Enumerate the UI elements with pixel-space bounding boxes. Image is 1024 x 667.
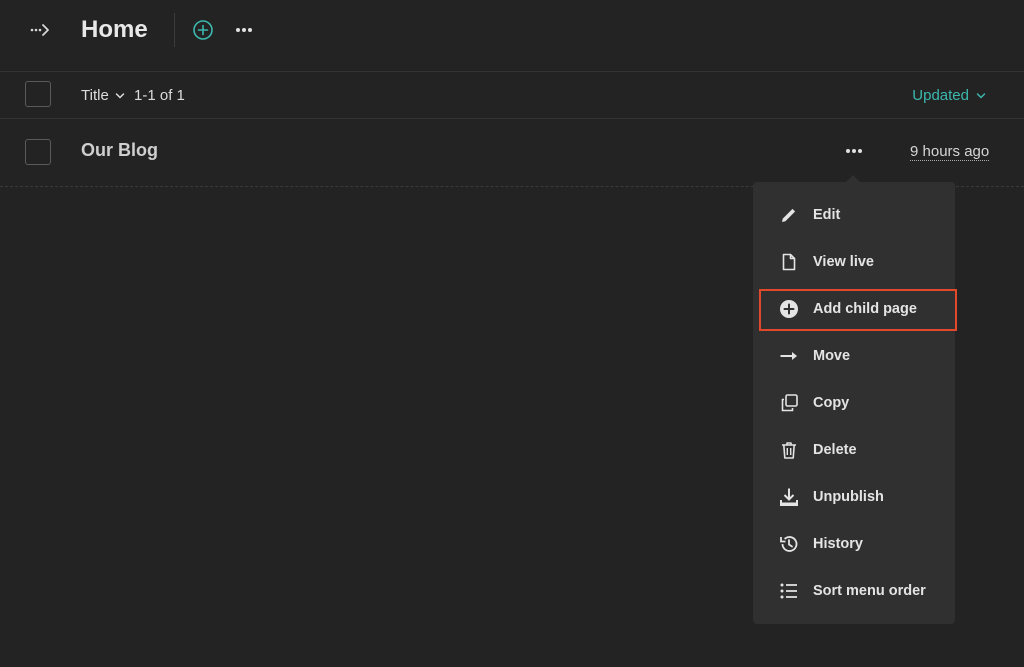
menu-item-view-live[interactable]: View live xyxy=(753,238,955,285)
page-actions-menu: Edit View live Add child page Move Copy … xyxy=(753,182,955,624)
menu-item-copy[interactable]: Copy xyxy=(753,379,955,426)
menu-item-label: Unpublish xyxy=(813,488,884,505)
page-header xyxy=(0,0,1024,72)
ellipsis-icon xyxy=(236,28,252,32)
select-all-checkbox[interactable] xyxy=(25,81,51,107)
pencil-icon xyxy=(779,205,799,225)
arrow-right-icon xyxy=(779,346,799,366)
page-title: Home xyxy=(81,16,148,43)
document-icon xyxy=(779,252,799,272)
header-divider xyxy=(174,13,175,47)
updated-column-label: Updated xyxy=(912,87,969,104)
menu-item-label: Copy xyxy=(813,394,850,411)
ellipsis-icon xyxy=(846,149,862,153)
highlight-box xyxy=(759,289,957,331)
menu-item-delete[interactable]: Delete xyxy=(753,426,955,473)
menu-item-history[interactable]: History xyxy=(753,520,955,567)
sort-updated-button[interactable]: Updated xyxy=(912,87,986,104)
sort-title-button[interactable]: Title xyxy=(81,87,125,104)
dotted-arrow-icon xyxy=(30,24,49,36)
copy-icon xyxy=(779,393,799,413)
plus-circle-icon xyxy=(193,20,213,40)
menu-item-unpublish[interactable]: Unpublish xyxy=(753,473,955,520)
menu-item-label: History xyxy=(813,535,863,552)
history-icon xyxy=(779,534,799,554)
title-column-label: Title xyxy=(81,87,109,104)
download-icon xyxy=(779,487,799,507)
expand-sidebar-button[interactable] xyxy=(26,18,54,42)
header-more-button[interactable] xyxy=(234,20,254,40)
page-link[interactable]: Our Blog xyxy=(81,140,158,161)
menu-item-label: Sort menu order xyxy=(813,582,926,599)
menu-item-label: Edit xyxy=(813,206,841,223)
trash-icon xyxy=(779,440,799,460)
result-count: 1-1 of 1 xyxy=(134,87,185,104)
menu-item-move[interactable]: Move xyxy=(753,332,955,379)
row-checkbox[interactable] xyxy=(25,139,51,165)
menu-item-edit[interactable]: Edit xyxy=(753,191,955,238)
menu-item-label: Delete xyxy=(813,441,857,458)
row-more-button[interactable] xyxy=(844,141,864,161)
menu-item-label: View live xyxy=(813,253,874,270)
chevron-down-icon xyxy=(976,92,986,99)
add-page-button[interactable] xyxy=(192,19,214,41)
updated-time: 9 hours ago xyxy=(910,143,990,161)
menu-item-label: Move xyxy=(813,347,851,364)
chevron-down-icon xyxy=(115,92,125,99)
menu-item-sort-menu-order[interactable]: Sort menu order xyxy=(753,567,955,614)
list-icon xyxy=(779,581,799,601)
